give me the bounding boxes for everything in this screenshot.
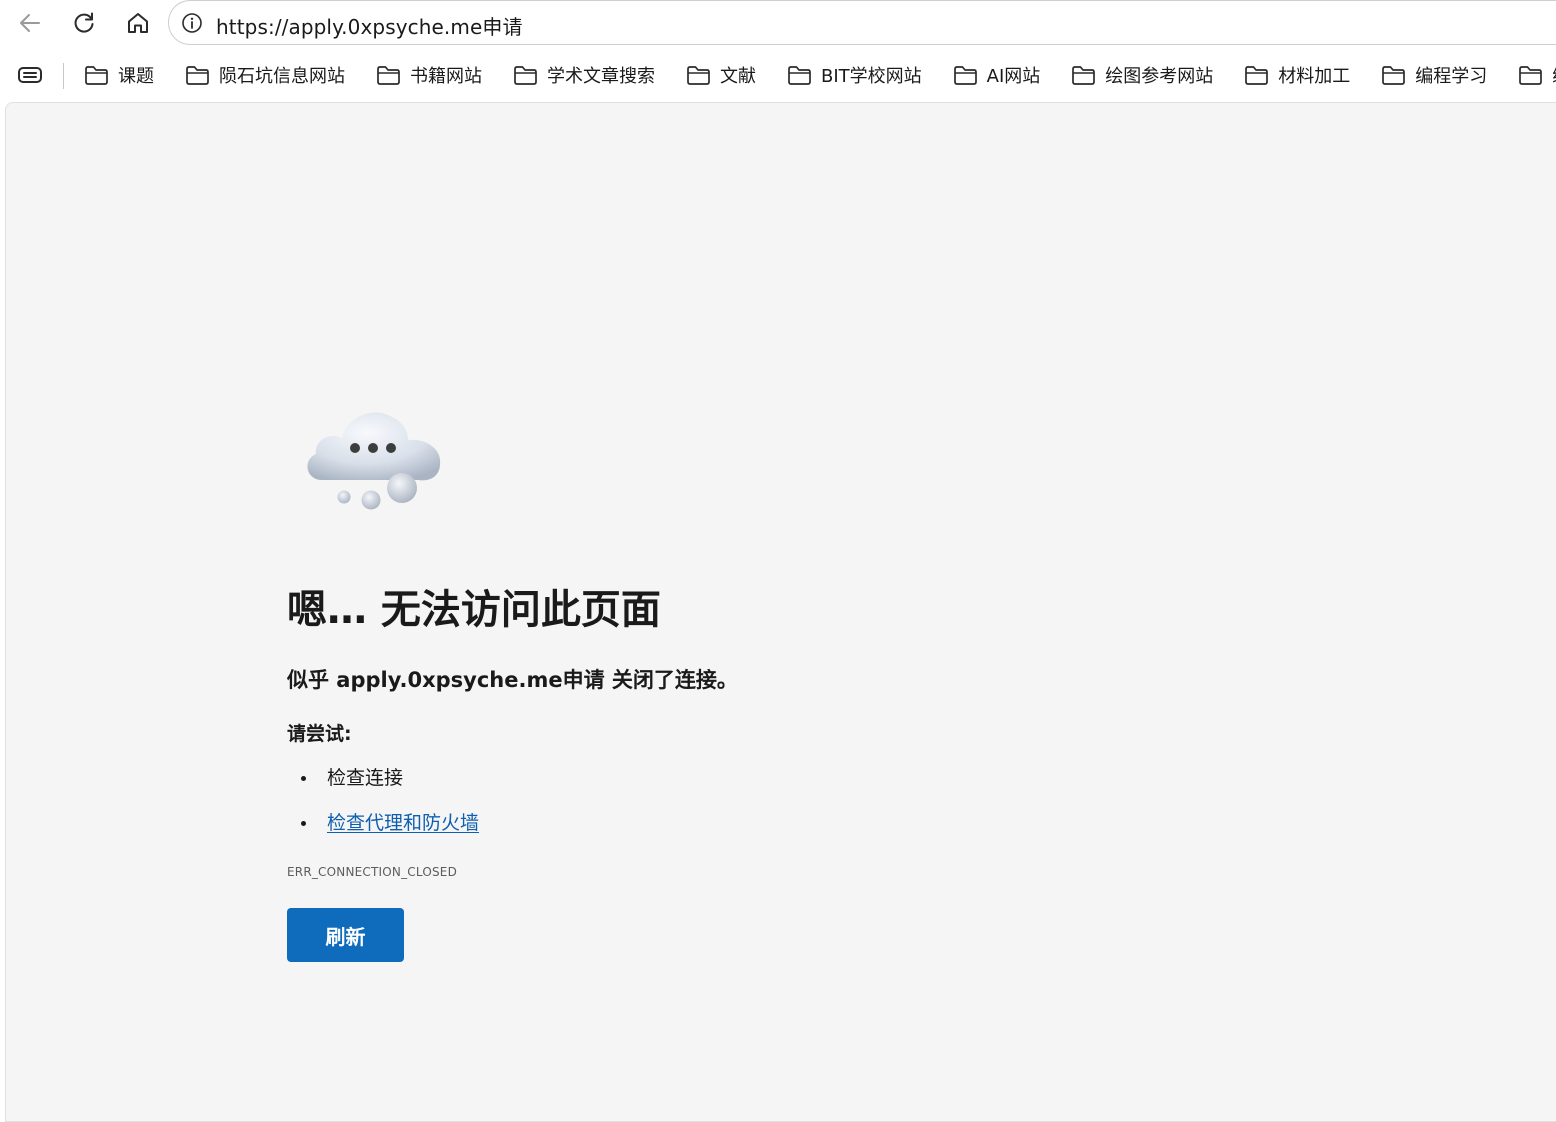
- page-content: [5, 102, 1556, 1122]
- folder-icon: [514, 66, 537, 85]
- bookmark-item[interactable]: 编程学习: [1379, 55, 1489, 95]
- bookmark-label: AI网站: [986, 66, 1041, 87]
- bookmark-item[interactable]: 陨石坑信息网站: [183, 55, 347, 95]
- bookmark-item[interactable]: AI网站: [951, 55, 1043, 95]
- bookmark-label: 绘图参考网站: [1105, 66, 1214, 87]
- bookmark-label: 陨石坑信息网站: [219, 66, 345, 87]
- suggestions-list: 检查连接 检查代理和防火墙: [287, 762, 479, 852]
- bookmark-item[interactable]: 课题: [82, 55, 156, 95]
- bookmark-item[interactable]: 书籍网站: [374, 55, 484, 95]
- check-proxy-firewall-link[interactable]: 检查代理和防火墙: [327, 812, 479, 834]
- bullet: [301, 821, 306, 826]
- back-arrow-icon: [20, 14, 40, 32]
- back-button[interactable]: [11, 4, 49, 42]
- address-bar[interactable]: https://apply.0xpsyche.me申请: [168, 0, 1556, 45]
- suggestion-check-connection: 检查连接: [287, 762, 479, 807]
- info-icon[interactable]: [181, 12, 203, 34]
- folder-icon: [1072, 66, 1096, 85]
- folder-icon: [788, 66, 811, 85]
- bookmark-item[interactable]: 文献: [684, 55, 758, 95]
- bookmark-label: 编程: [1552, 62, 1556, 88]
- bookmark-label: BIT学校网站: [821, 66, 922, 87]
- bookmark-label: 书籍网站: [410, 66, 482, 87]
- browser-toolbar: https://apply.0xpsyche.me申请: [0, 0, 1556, 46]
- bookmark-label: 课题: [118, 66, 154, 87]
- address-url[interactable]: https://apply.0xpsyche.me申请: [216, 11, 523, 40]
- bookmark-item[interactable]: 编程: [1516, 55, 1556, 95]
- folder-icon: [953, 66, 977, 85]
- reload-icon: [74, 12, 94, 33]
- bullet: [301, 776, 306, 781]
- bookmark-item[interactable]: 绘图参考网站: [1069, 55, 1215, 95]
- home-icon: [128, 13, 148, 33]
- bookmark-item[interactable]: 材料加工: [1242, 55, 1352, 95]
- bookmarks-bar: 课题 陨石坑信息网站 书籍网站 学术文章搜索 文献 BIT学校网站 AI网站 绘图参考网站 材料…: [0, 52, 1556, 98]
- bookmark-label: 材料加工: [1278, 66, 1351, 87]
- folder-icon: [1245, 66, 1269, 85]
- error-code: ERR_CONNECTION_CLOSED: [287, 865, 458, 879]
- error-title: 嗯… 无法访问此页面: [287, 587, 661, 633]
- try-heading: 请尝试:: [287, 723, 352, 745]
- bookmark-item[interactable]: 学术文章搜索: [511, 55, 657, 95]
- bookmarks-divider: [63, 63, 64, 89]
- folder-icon: [186, 66, 209, 85]
- collections-icon[interactable]: [17, 64, 43, 86]
- folder-icon: [377, 66, 400, 85]
- refresh-button[interactable]: 刷新: [287, 908, 404, 962]
- bookmark-item[interactable]: BIT学校网站: [785, 55, 924, 95]
- bookmark-label: 文献: [720, 66, 756, 87]
- bookmark-label: 学术文章搜索: [547, 66, 655, 87]
- error-subtitle: 似乎 apply.0xpsyche.me申请 关闭了连接。: [287, 668, 738, 692]
- thinking-cloud-icon: [307, 412, 441, 510]
- suggestion-check-proxy: 检查代理和防火墙: [287, 807, 479, 852]
- bookmarks-list: 课题 陨石坑信息网站 书籍网站 学术文章搜索 文献 BIT学校网站 AI网站 绘图参考网站 材料…: [82, 52, 1556, 98]
- suggestion-text: 检查连接: [327, 767, 404, 789]
- folder-icon: [85, 66, 108, 85]
- folder-icon: [1519, 66, 1543, 85]
- folder-icon: [1382, 66, 1406, 85]
- reload-button[interactable]: [65, 4, 103, 42]
- folder-icon: [687, 66, 710, 85]
- bookmark-label: 编程学习: [1415, 66, 1488, 87]
- home-button[interactable]: [119, 4, 157, 42]
